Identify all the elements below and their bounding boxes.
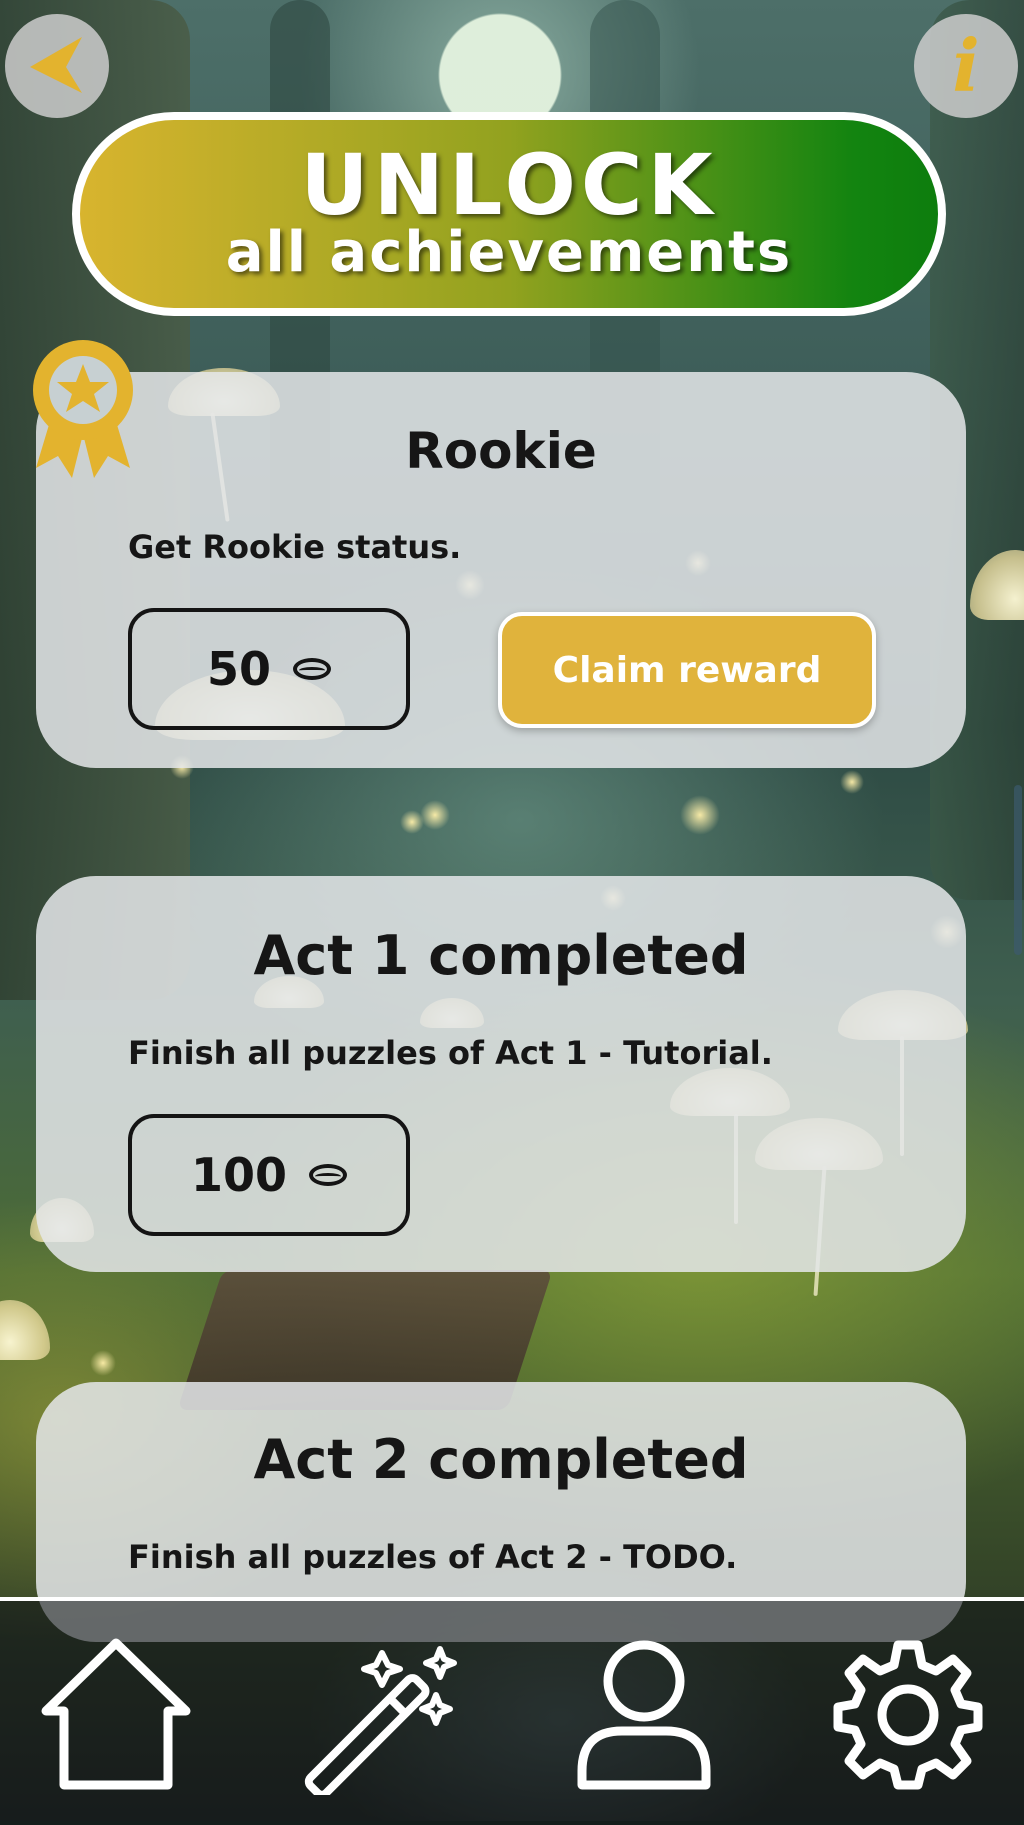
reward-amount: 50: [128, 608, 410, 730]
achievement-card-act1: Act 1 completed Finish all puzzles of Ac…: [36, 876, 966, 1272]
scrollbar[interactable]: [1014, 785, 1022, 955]
back-button[interactable]: [5, 14, 109, 118]
achievement-title: Act 2 completed: [253, 1428, 749, 1491]
achievement-description: Finish all puzzles of Act 1 - Tutorial.: [128, 1034, 773, 1072]
gear-icon: [833, 1640, 983, 1790]
achievement-description: Finish all puzzles of Act 2 - TODO.: [128, 1538, 738, 1576]
unlock-title: UNLOCK: [300, 136, 718, 234]
back-arrow-icon: [30, 37, 82, 93]
reward-value: 100: [190, 1148, 288, 1202]
coin-icon: [293, 658, 331, 680]
achievement-card-rookie: Rookie Get Rookie status. 50 Claim rewar…: [36, 372, 966, 768]
bottom-nav: [0, 1597, 1024, 1825]
nav-profile[interactable]: [564, 1635, 724, 1795]
unlock-subtitle: all achievements: [225, 220, 793, 285]
unlock-all-button[interactable]: UNLOCK all achievements: [72, 112, 946, 316]
nav-magic[interactable]: [300, 1635, 460, 1795]
nav-settings[interactable]: [828, 1635, 988, 1795]
magic-wand-icon: [304, 1646, 457, 1795]
info-icon: i: [952, 23, 980, 108]
info-button[interactable]: i: [914, 14, 1018, 118]
achievement-title: Rookie: [405, 422, 597, 480]
achievement-title: Act 1 completed: [253, 924, 749, 987]
reward-value: 50: [206, 642, 271, 696]
claim-reward-button[interactable]: Claim reward: [498, 612, 876, 728]
achievement-description: Get Rookie status.: [128, 528, 462, 566]
coin-icon: [309, 1164, 348, 1186]
medal-icon: [33, 340, 133, 478]
user-icon: [577, 1640, 711, 1790]
reward-amount: 100: [128, 1114, 410, 1236]
home-icon: [41, 1638, 191, 1790]
nav-home[interactable]: [36, 1635, 196, 1795]
